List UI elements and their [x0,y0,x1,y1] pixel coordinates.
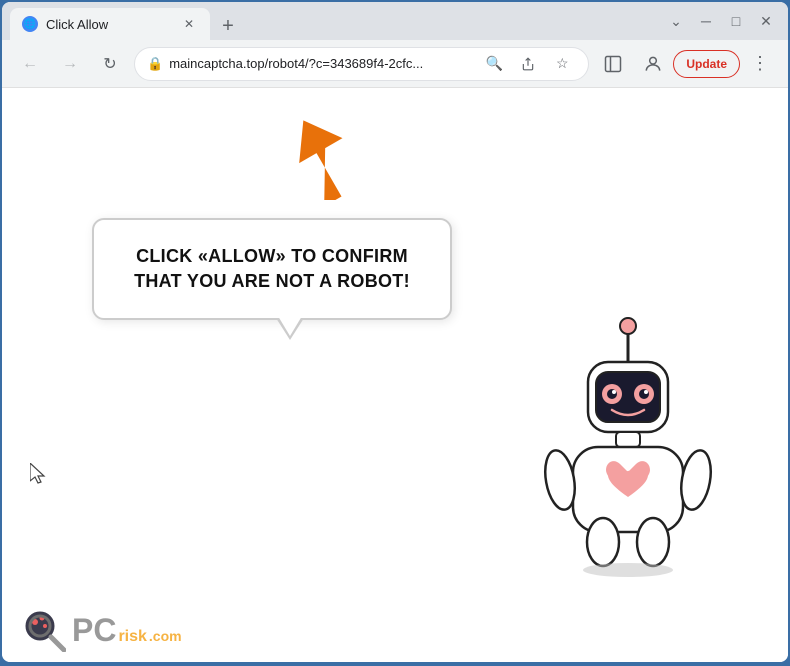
title-bar: 🌐 Click Allow ✕ + ⌄ ─ □ ✕ [2,2,788,40]
share-icon[interactable] [514,50,542,78]
toolbar: ← → ↻ 🔒 maincaptcha.top/robot4/?c=343689… [2,40,788,88]
tab-close-button[interactable]: ✕ [180,15,198,33]
toolbar-right: Update ⋮ [637,48,776,80]
watermark: PC risk .com [22,608,182,652]
address-bar[interactable]: 🔒 maincaptcha.top/robot4/?c=343689f4-2cf… [134,47,589,81]
speech-bubble: CLICK «ALLOW» TO CONFIRM THAT YOU ARE NO… [92,218,452,320]
watermark-com: .com [149,629,182,643]
reload-button[interactable]: ↻ [94,48,126,80]
bookmark-icon[interactable]: ☆ [548,50,576,78]
forward-button[interactable]: → [54,48,86,80]
chevron-down-icon[interactable]: ⌄ [662,7,690,35]
address-text: maincaptcha.top/robot4/?c=343689f4-2cfc.… [169,56,474,71]
mouse-cursor [30,463,48,485]
window-controls: ⌄ ─ □ ✕ [662,7,780,35]
page-content: CLICK «ALLOW» TO CONFIRM THAT YOU ARE NO… [2,88,788,662]
update-button[interactable]: Update [673,50,740,78]
active-tab[interactable]: 🌐 Click Allow ✕ [10,8,210,40]
tab-area: 🌐 Click Allow ✕ + [10,2,654,40]
tab-title: Click Allow [46,17,172,32]
sidebar-toggle-button[interactable] [597,50,629,78]
more-options-button[interactable]: ⋮ [744,48,776,80]
profile-button[interactable] [637,48,669,80]
tab-favicon: 🌐 [22,16,38,32]
close-button[interactable]: ✕ [752,7,780,35]
lock-icon: 🔒 [147,56,163,72]
watermark-pc: PC [72,614,116,646]
orange-arrow [287,100,377,205]
maximize-button[interactable]: □ [722,7,750,35]
watermark-text: PC risk .com [72,614,182,646]
back-button[interactable]: ← [14,48,46,80]
bubble-text: CLICK «ALLOW» TO CONFIRM THAT YOU ARE NO… [122,244,422,294]
search-icon[interactable]: 🔍 [480,50,508,78]
watermark-risk: risk [118,629,146,645]
new-tab-button[interactable]: + [214,12,242,40]
minimize-button[interactable]: ─ [692,7,720,35]
browser-window: 🌐 Click Allow ✕ + ⌄ ─ □ ✕ ← → ↻ 🔒 mainca… [2,2,788,662]
robot-illustration [528,312,728,592]
